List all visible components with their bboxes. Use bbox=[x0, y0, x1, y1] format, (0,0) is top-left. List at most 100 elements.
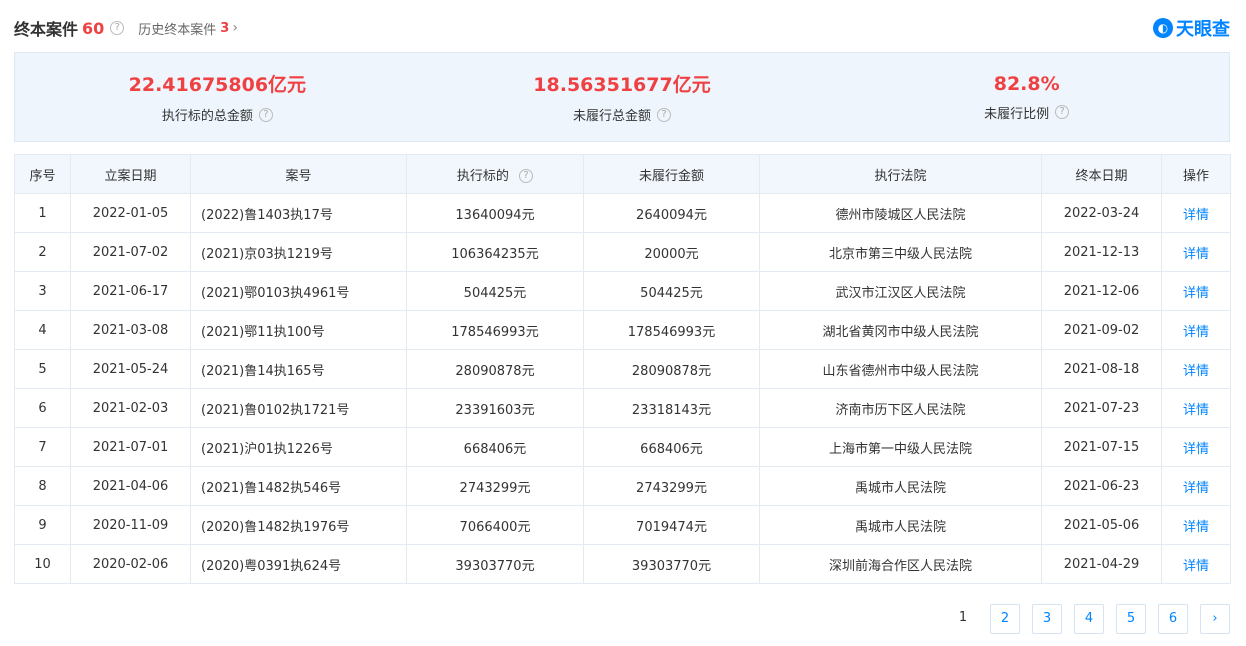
history-label: 历史终本案件 bbox=[138, 22, 217, 38]
cell-case-number: (2021)鲁14执165号 bbox=[190, 349, 407, 389]
cell-unfulfilled: 668406元 bbox=[583, 427, 760, 467]
cell-index: 10 bbox=[14, 544, 71, 584]
cell-filing-date: 2020-11-09 bbox=[70, 505, 191, 545]
cell-filing-date: 2021-06-17 bbox=[70, 271, 191, 311]
help-icon[interactable]: ? bbox=[258, 107, 273, 122]
cell-court: 上海市第一中级人民法院 bbox=[759, 427, 1042, 467]
cases-table: 序号 立案日期 案号 执行标的 ? 未履行金额 执行法院 终本日期 操作 1 20… bbox=[14, 154, 1231, 584]
page-button-4[interactable]: 4 bbox=[1074, 604, 1104, 634]
detail-link[interactable]: 详情 bbox=[1161, 193, 1231, 233]
cell-case-number: (2020)鲁1482执1976号 bbox=[190, 505, 407, 545]
logo: ◐ 天眼查 bbox=[1153, 15, 1230, 41]
cell-court: 湖北省黄冈市中级人民法院 bbox=[759, 310, 1042, 350]
detail-link[interactable]: 详情 bbox=[1161, 544, 1231, 584]
cell-end-date: 2021-04-29 bbox=[1041, 544, 1162, 584]
cell-court: 北京市第三中级人民法院 bbox=[759, 232, 1042, 272]
cell-index: 6 bbox=[14, 388, 71, 428]
cell-case-number: (2020)粤0391执624号 bbox=[190, 544, 407, 584]
page-title: 终本案件 bbox=[14, 20, 79, 39]
cell-execution-target: 23391603元 bbox=[406, 388, 584, 428]
help-icon[interactable]: ? bbox=[657, 107, 672, 122]
detail-link[interactable]: 详情 bbox=[1161, 271, 1231, 311]
history-count: 3 bbox=[220, 20, 230, 36]
cell-unfulfilled: 7019474元 bbox=[583, 505, 760, 545]
cell-execution-target: 13640094元 bbox=[406, 193, 584, 233]
summary-unfulfilled-ratio: 82.8% 未履行比例 ? bbox=[824, 53, 1229, 141]
table-header-row: 序号 立案日期 案号 执行标的 ? 未履行金额 执行法院 终本日期 操作 bbox=[14, 154, 1231, 194]
cell-execution-target: 7066400元 bbox=[406, 505, 584, 545]
next-page-button[interactable]: › bbox=[1200, 604, 1230, 634]
case-count: 60 bbox=[82, 18, 105, 38]
col-header-court: 执行法院 bbox=[759, 154, 1042, 194]
cell-case-number: (2021)鄂0103执4961号 bbox=[190, 271, 407, 311]
cell-court: 深圳前海合作区人民法院 bbox=[759, 544, 1042, 584]
cell-end-date: 2021-07-15 bbox=[1041, 427, 1162, 467]
cell-index: 1 bbox=[14, 193, 71, 233]
detail-link[interactable]: 详情 bbox=[1161, 466, 1231, 506]
cell-case-number: (2021)鄂11执100号 bbox=[190, 310, 407, 350]
summary-unfulfilled-amount: 18.56351677亿元 未履行总金额 ? bbox=[420, 53, 825, 141]
table-row: 6 2021-02-03 (2021)鲁0102执1721号 23391603元 233… bbox=[14, 388, 1231, 428]
cell-execution-target: 39303770元 bbox=[406, 544, 584, 584]
col-header-filing-date: 立案日期 bbox=[70, 154, 191, 194]
cell-unfulfilled: 2743299元 bbox=[583, 466, 760, 506]
page-button-5[interactable]: 5 bbox=[1116, 604, 1146, 634]
page-button-6[interactable]: 6 bbox=[1158, 604, 1188, 634]
cell-index: 8 bbox=[14, 466, 71, 506]
table-row: 2 2021-07-02 (2021)京03执1219号 106364235元 2000… bbox=[14, 232, 1231, 272]
cell-filing-date: 2022-01-05 bbox=[70, 193, 191, 233]
cell-court: 济南市历下区人民法院 bbox=[759, 388, 1042, 428]
detail-link[interactable]: 详情 bbox=[1161, 388, 1231, 428]
summary-label: 执行标的总金额 bbox=[161, 109, 253, 124]
cell-execution-target: 504425元 bbox=[406, 271, 584, 311]
cell-end-date: 2021-12-06 bbox=[1041, 271, 1162, 311]
cell-filing-date: 2021-02-03 bbox=[70, 388, 191, 428]
cell-execution-target: 28090878元 bbox=[406, 349, 584, 389]
cell-index: 2 bbox=[14, 232, 71, 272]
cell-index: 3 bbox=[14, 271, 71, 311]
detail-link[interactable]: 详情 bbox=[1161, 310, 1231, 350]
table-row: 9 2020-11-09 (2020)鲁1482执1976号 7066400元 7019… bbox=[14, 505, 1231, 545]
col-header-end-date: 终本日期 bbox=[1041, 154, 1162, 194]
page-button-1[interactable]: 1 bbox=[948, 604, 978, 634]
help-icon[interactable]: ? bbox=[519, 169, 534, 183]
cell-end-date: 2021-08-18 bbox=[1041, 349, 1162, 389]
cell-unfulfilled: 20000元 bbox=[583, 232, 760, 272]
cell-unfulfilled: 504425元 bbox=[583, 271, 760, 311]
cell-court: 武汉市江汉区人民法院 bbox=[759, 271, 1042, 311]
history-cases-link[interactable]: 历史终本案件 3 › bbox=[138, 19, 238, 38]
cell-case-number: (2021)鲁1482执546号 bbox=[190, 466, 407, 506]
col-header-label: 执行标的 bbox=[456, 168, 509, 184]
cell-case-number: (2022)鲁1403执17号 bbox=[190, 193, 407, 233]
summary-label-wrap: 未履行总金额 ? bbox=[573, 105, 672, 124]
page-button-2[interactable]: 2 bbox=[990, 604, 1020, 634]
table-row: 8 2021-04-06 (2021)鲁1482执546号 2743299元 27432… bbox=[14, 466, 1231, 506]
detail-link[interactable]: 详情 bbox=[1161, 505, 1231, 545]
chevron-right-icon: › bbox=[232, 20, 238, 36]
page-button-3[interactable]: 3 bbox=[1032, 604, 1062, 634]
cell-unfulfilled: 178546993元 bbox=[583, 310, 760, 350]
cell-index: 5 bbox=[14, 349, 71, 389]
summary-value: 22.41675806亿元 bbox=[128, 74, 307, 96]
col-header-unfulfilled: 未履行金额 bbox=[583, 154, 760, 194]
summary-total-amount: 22.41675806亿元 执行标的总金额 ? bbox=[15, 53, 420, 141]
detail-link[interactable]: 详情 bbox=[1161, 427, 1231, 467]
help-icon[interactable]: ? bbox=[110, 21, 125, 35]
help-icon[interactable]: ? bbox=[1055, 105, 1070, 119]
chevron-right-icon: › bbox=[1212, 611, 1218, 626]
table-row: 3 2021-06-17 (2021)鄂0103执4961号 504425元 50442… bbox=[14, 271, 1231, 311]
cell-filing-date: 2021-05-24 bbox=[70, 349, 191, 389]
cell-filing-date: 2021-04-06 bbox=[70, 466, 191, 506]
cell-court: 德州市陵城区人民法院 bbox=[759, 193, 1042, 233]
header: 终本案件 60 ? 历史终本案件 3 › ◐ 天眼查 bbox=[14, 14, 1230, 42]
cell-end-date: 2021-05-06 bbox=[1041, 505, 1162, 545]
col-header-index: 序号 bbox=[14, 154, 71, 194]
cell-end-date: 2022-03-24 bbox=[1041, 193, 1162, 233]
cell-court: 禹城市人民法院 bbox=[759, 505, 1042, 545]
cell-filing-date: 2020-02-06 bbox=[70, 544, 191, 584]
detail-link[interactable]: 详情 bbox=[1161, 349, 1231, 389]
cell-index: 4 bbox=[14, 310, 71, 350]
table-row: 7 2021-07-01 (2021)沪01执1226号 668406元 668406元… bbox=[14, 427, 1231, 467]
col-header-case-number: 案号 bbox=[190, 154, 407, 194]
detail-link[interactable]: 详情 bbox=[1161, 232, 1231, 272]
